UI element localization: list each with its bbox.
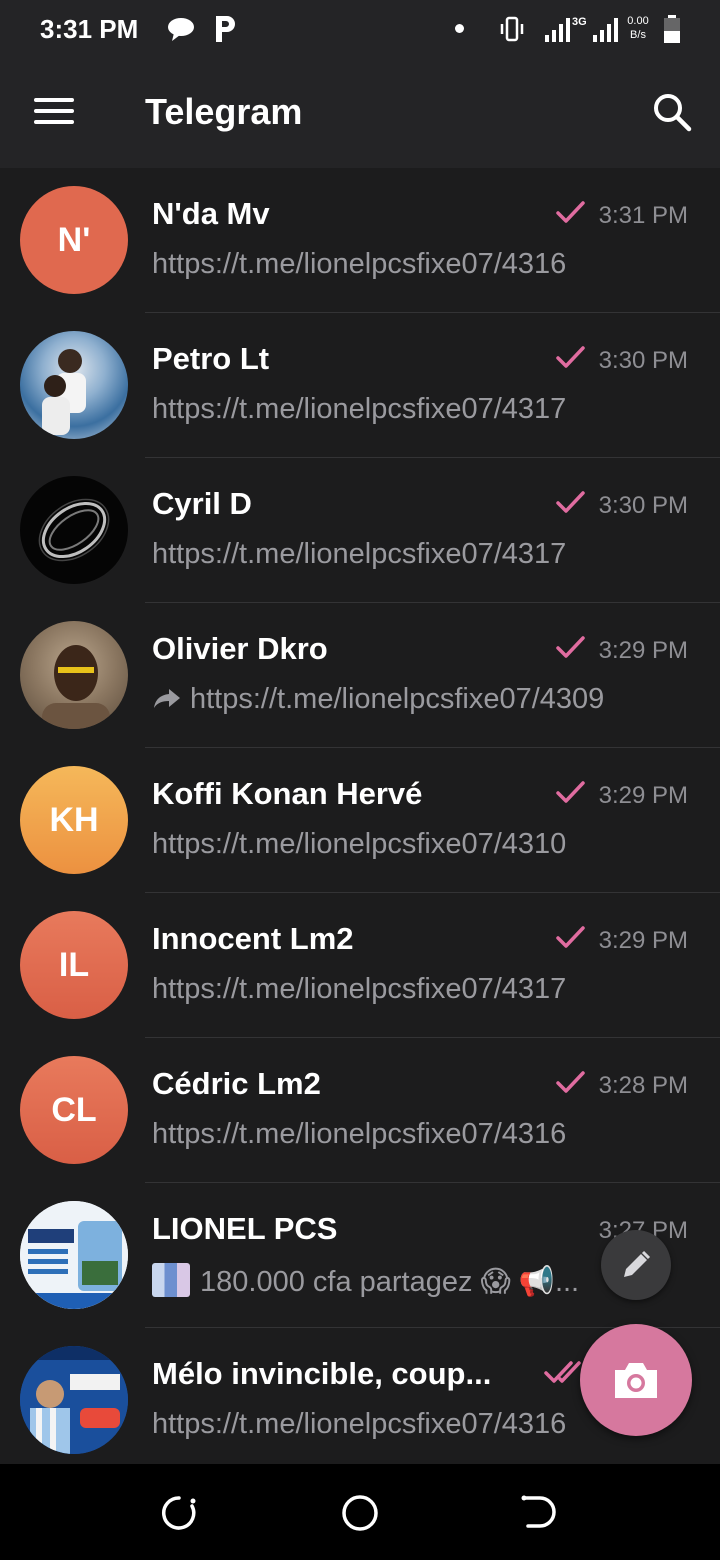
chat-preview: https://t.me/lionelpcsfixe07/4316 xyxy=(152,248,567,280)
check-icon xyxy=(556,491,585,513)
media-thumbnail-icon xyxy=(152,1263,190,1297)
check-icon xyxy=(556,201,585,223)
chat-preview: https://t.me/lionelpcsfixe07/4316 xyxy=(152,1118,567,1150)
p-notification-icon xyxy=(216,16,235,42)
app-title: Telegram xyxy=(145,91,303,132)
chat-row[interactable]: Petro Lt 3:30 PM https://t.me/lionelpcsf… xyxy=(0,313,720,458)
chat-time: 3:30 PM xyxy=(598,492,688,519)
home-icon[interactable] xyxy=(339,1492,381,1534)
data-speed: 0.00 xyxy=(627,15,649,27)
check-icon xyxy=(556,346,585,368)
chat-preview-text: 180.000 cfa partagez 😱 📢... xyxy=(200,1266,580,1298)
chat-time: 3:29 PM xyxy=(598,637,688,664)
check-icon xyxy=(556,926,585,948)
avatar xyxy=(20,621,128,729)
promo-avatar-image xyxy=(20,1346,128,1454)
status-bar: 3:31 PM 3G 0.00 B/s xyxy=(0,0,720,58)
chat-name: Mélo invincible, coup... xyxy=(152,1356,492,1391)
camera-icon xyxy=(615,1363,657,1398)
chat-preview: https://t.me/lionelpcsfixe07/4317 xyxy=(152,393,567,425)
photo-avatar-image xyxy=(42,645,110,729)
search-icon[interactable] xyxy=(650,90,694,134)
app-header: Telegram xyxy=(0,58,720,168)
avatar-initials: CL xyxy=(51,1090,97,1129)
avatar xyxy=(20,476,128,584)
chat-row[interactable]: IL Innocent Lm2 3:29 PM https://t.me/lio… xyxy=(0,893,720,1038)
recent-apps-icon[interactable] xyxy=(158,1492,200,1534)
chat-name: Petro Lt xyxy=(152,341,270,376)
chat-name: Olivier Dkro xyxy=(152,631,328,666)
avatar-initials: KH xyxy=(49,800,99,839)
forward-arrow-icon xyxy=(154,689,180,708)
chat-preview: https://t.me/lionelpcsfixe07/4310 xyxy=(152,828,567,860)
avatar xyxy=(20,1346,128,1454)
dot-icon xyxy=(455,24,464,33)
chat-row[interactable]: Olivier Dkro 3:29 PM https://t.me/lionel… xyxy=(0,603,720,748)
chat-preview: https://t.me/lionelpcsfixe07/4317 xyxy=(152,538,567,570)
avatar-initials: IL xyxy=(58,945,90,984)
avatar xyxy=(20,1201,128,1309)
data-unit: B/s xyxy=(630,29,646,41)
camera-button[interactable] xyxy=(580,1324,692,1436)
chat-time: 3:29 PM xyxy=(598,782,688,809)
photo-avatar-image xyxy=(42,349,86,435)
chat-row[interactable]: KH Koffi Konan Hervé 3:29 PM https://t.m… xyxy=(0,748,720,893)
chat-time: 3:29 PM xyxy=(598,927,688,954)
avatar: IL xyxy=(20,911,128,1019)
chat-bubble-icon xyxy=(168,18,194,41)
chat-name: LIONEL PCS xyxy=(152,1211,338,1246)
chat-row[interactable]: Cyril D 3:30 PM https://t.me/lionelpcsfi… xyxy=(0,458,720,603)
chat-row[interactable]: N' N'da Mv 3:31 PM https://t.me/lionelpc… xyxy=(0,168,720,313)
network-type: 3G xyxy=(572,16,587,28)
avatar xyxy=(20,331,128,439)
back-icon[interactable] xyxy=(518,1492,560,1534)
chat-name: Cédric Lm2 xyxy=(152,1066,321,1101)
avatar: N' xyxy=(20,186,128,294)
chat-preview: https://t.me/lionelpcsfixe07/4316 xyxy=(152,1408,567,1440)
check-icon xyxy=(556,1071,585,1093)
avatar: CL xyxy=(20,1056,128,1164)
battery-icon xyxy=(664,15,680,43)
check-icon xyxy=(556,636,585,658)
signal-icon xyxy=(593,18,618,42)
avatar-initials: N' xyxy=(57,220,91,259)
chat-row[interactable]: CL Cédric Lm2 3:28 PM https://t.me/lione… xyxy=(0,1038,720,1183)
vibrate-icon xyxy=(500,16,524,42)
system-nav-bar xyxy=(0,1464,720,1560)
signal-icon xyxy=(545,18,570,42)
chat-time: 3:31 PM xyxy=(598,202,688,229)
hamburger-menu-icon[interactable] xyxy=(34,96,76,126)
chat-preview-text: https://t.me/lionelpcsfixe07/4309 xyxy=(190,683,605,715)
check-icon xyxy=(556,781,585,803)
chat-name: N'da Mv xyxy=(152,196,270,231)
channel-avatar-image xyxy=(20,1201,128,1309)
chat-name: Koffi Konan Hervé xyxy=(152,776,423,811)
chat-preview: 180.000 cfa partagez 😱 📢... xyxy=(152,1263,579,1299)
chat-preview: https://t.me/lionelpcsfixe07/4317 xyxy=(152,973,567,1005)
pencil-icon xyxy=(624,1250,651,1277)
compose-button[interactable] xyxy=(601,1230,671,1300)
chat-name: Innocent Lm2 xyxy=(152,921,354,956)
status-time: 3:31 PM xyxy=(40,14,139,44)
ring-logo-image xyxy=(38,498,110,562)
chat-time: 3:28 PM xyxy=(598,1072,688,1099)
chat-preview: https://t.me/lionelpcsfixe07/4309 xyxy=(152,683,604,716)
chat-time: 3:30 PM xyxy=(598,347,688,374)
chat-name: Cyril D xyxy=(152,486,252,521)
avatar: KH xyxy=(20,766,128,874)
